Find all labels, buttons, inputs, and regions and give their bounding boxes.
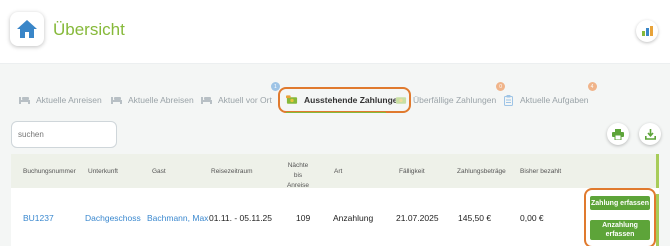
- bed-icon: [200, 95, 212, 105]
- guest-link[interactable]: Bachmann, Max: [147, 213, 208, 223]
- column-header-nights-line-2: Anreise: [286, 182, 310, 189]
- tab-label: Überfällige Zahlungen: [413, 95, 497, 105]
- tab-currently-on-site[interactable]: Aktuell vor Ort 1: [200, 82, 280, 112]
- record-payment-button[interactable]: Zahlung erfassen: [590, 196, 650, 210]
- paid-so-far: 0,00 €: [520, 213, 544, 223]
- page-title: Übersicht: [53, 20, 125, 39]
- payment-amount: 145,50 €: [458, 213, 492, 223]
- tab-badge: 4: [587, 82, 597, 91]
- travel-period: 01.11. - 05.11.25: [209, 213, 273, 223]
- money-icon: [286, 95, 298, 105]
- tab-label: Aktuelle Abreisen: [128, 95, 194, 105]
- booking-number-link[interactable]: BU1237: [23, 213, 54, 223]
- column-header-guest: Gast: [152, 168, 166, 175]
- download-icon: [644, 128, 656, 140]
- due-date: 21.07.2025: [396, 213, 439, 223]
- clipboard-icon: [502, 94, 514, 106]
- tab-label: Aktuell vor Ort: [218, 95, 272, 105]
- column-header-payment-amounts: Zahlungsbeträge: [457, 168, 506, 175]
- print-button[interactable]: [607, 123, 629, 145]
- table-header: Buchungsnummer Unterkunft Gast Reisezeit…: [11, 154, 659, 191]
- column-header-accommodation: Unterkunft: [88, 168, 118, 175]
- table-row: BU1237 Dachgeschoss Bachmann, Max 01.11.…: [11, 194, 659, 246]
- tab-label: Ausstehende Zahlungen: [304, 95, 403, 105]
- payment-type: Anzahlung: [333, 213, 374, 223]
- home-icon: [17, 20, 37, 38]
- column-header-type: Art: [334, 168, 343, 175]
- app-header: Übersicht: [0, 0, 670, 64]
- download-button[interactable]: [639, 123, 661, 145]
- tab-current-arrivals[interactable]: Aktuelle Anreisen: [18, 88, 102, 112]
- column-header-paid-so-far: Bisher bezahlt: [520, 168, 562, 175]
- tab-pending-payments[interactable]: Ausstehende Zahlungen: [278, 87, 411, 113]
- statistics-button[interactable]: [636, 20, 658, 42]
- record-deposit-button[interactable]: Anzahlung erfassen: [590, 220, 650, 240]
- bed-icon: [110, 95, 122, 105]
- tab-current-departures[interactable]: Aktuelle Abreisen: [110, 88, 194, 112]
- search-input[interactable]: [11, 121, 117, 148]
- page: Übersicht Aktuelle Anreisen Aktuelle Abr…: [0, 0, 670, 246]
- home-button[interactable]: [10, 12, 44, 46]
- accommodation-link[interactable]: Dachgeschoss: [85, 213, 141, 223]
- column-header-nights-to-arrival: Nächte bis Anreise: [283, 161, 313, 191]
- printer-icon: [612, 128, 624, 140]
- tab-current-tasks[interactable]: Aktuelle Aufgaben 4: [502, 82, 597, 112]
- tab-label: Aktuelle Aufgaben: [520, 95, 589, 105]
- tab-overdue-payments[interactable]: Überfällige Zahlungen 0: [395, 82, 506, 112]
- payment-actions-group: Zahlung erfassen Anzahlung erfassen: [584, 188, 656, 246]
- column-header-due-date: Fälligkeit: [399, 168, 425, 175]
- nights-to-arrival: 109: [296, 213, 311, 223]
- bar-chart-icon: [641, 26, 653, 36]
- column-header-travel-period: Reisezeitraum: [211, 168, 253, 175]
- money-icon: [395, 95, 407, 105]
- column-header-booking-number: Buchungsnummer: [23, 168, 76, 175]
- active-tab-indicator: [286, 112, 386, 113]
- tab-label: Aktuelle Anreisen: [36, 95, 102, 105]
- record-deposit-label-line-2: erfassen: [605, 231, 635, 238]
- payments-table: Buchungsnummer Unterkunft Gast Reisezeit…: [11, 154, 659, 246]
- bed-icon: [18, 95, 30, 105]
- column-header-nights-line-1: Nächte bis: [287, 162, 309, 179]
- record-deposit-label-line-1: Anzahlung: [602, 222, 638, 229]
- tab-bar: Aktuelle Anreisen Aktuelle Abreisen Aktu…: [0, 82, 670, 113]
